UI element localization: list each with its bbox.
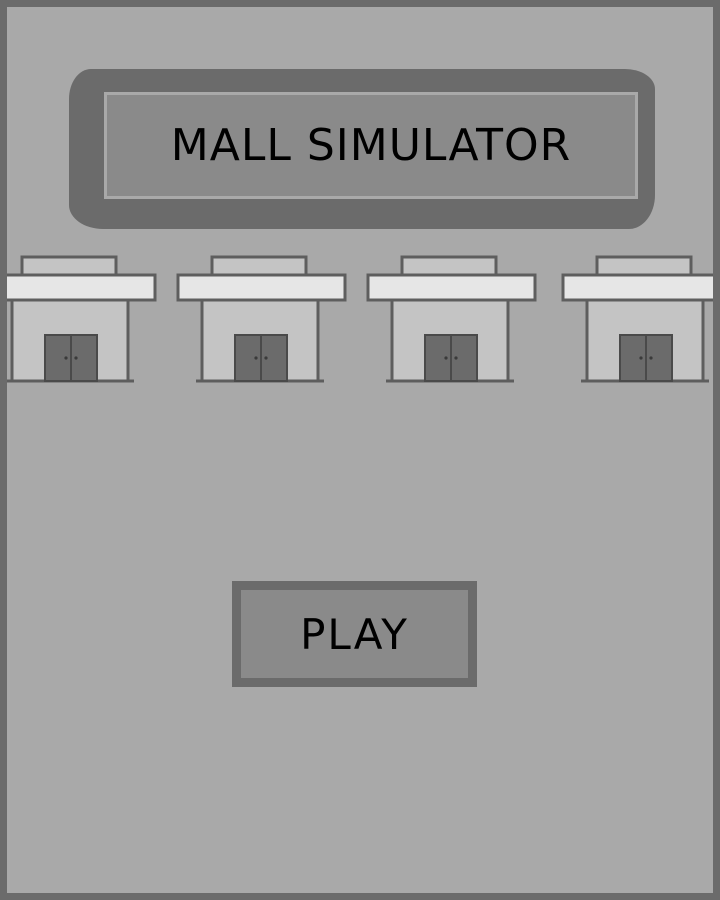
store-door-2 xyxy=(234,334,288,382)
game-screen: MALL SIMULATOR PLAY xyxy=(0,0,720,900)
storefront-1 xyxy=(7,255,157,383)
store-door-1 xyxy=(44,334,98,382)
storefront-2 xyxy=(176,255,347,383)
storefront-row xyxy=(7,255,713,383)
storefront-3 xyxy=(366,255,537,383)
store-door-3 xyxy=(424,334,478,382)
storefront-4 xyxy=(561,255,713,383)
play-button-label: PLAY xyxy=(300,609,409,659)
store-door-4 xyxy=(619,334,673,382)
play-button[interactable]: PLAY xyxy=(232,581,477,687)
